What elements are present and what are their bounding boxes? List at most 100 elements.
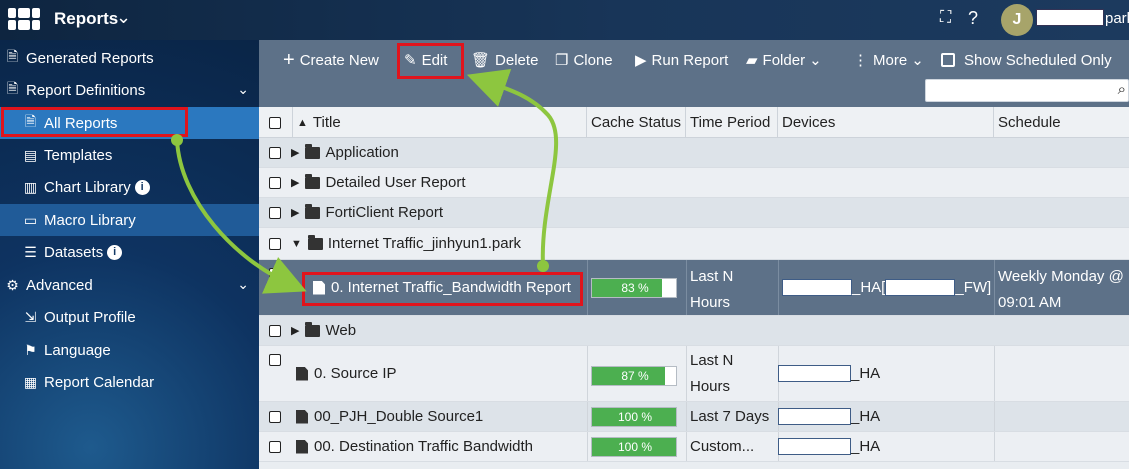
sidebar-group-generated-reports[interactable]: 🗎 Generated Reports bbox=[0, 42, 259, 74]
sidebar-item-label: Output Profile bbox=[44, 308, 136, 326]
highlight-edit-button bbox=[397, 43, 464, 79]
clone-label: Clone bbox=[573, 51, 613, 69]
clone-button[interactable]: ❐ Clone bbox=[555, 49, 613, 71]
col-header-time-period[interactable]: Time Period bbox=[686, 107, 778, 138]
export-icon: ⇲ bbox=[24, 308, 37, 325]
device-redacted bbox=[885, 279, 956, 296]
document-icon bbox=[296, 409, 308, 424]
chevron-down-icon[interactable]: ⌄ bbox=[237, 81, 249, 98]
table-row[interactable]: ▶ Web bbox=[259, 316, 1129, 346]
monitor-icon: ▭ bbox=[23, 211, 38, 228]
flag-icon: ⚑ bbox=[24, 341, 37, 358]
sidebar-group-advanced[interactable]: ⚙ Advanced ⌄ bbox=[0, 269, 259, 301]
sidebar-item-report-calendar[interactable]: ▦ Report Calendar bbox=[0, 366, 259, 398]
top-bar: Reports ⌄ ⛶ ? J park bbox=[0, 0, 1129, 40]
folder-icon bbox=[305, 143, 321, 159]
cell-divider bbox=[686, 346, 687, 401]
info-icon[interactable]: i bbox=[107, 244, 123, 260]
chevron-down-icon[interactable]: ⌄ bbox=[237, 276, 249, 293]
sidebar-item-macro-library[interactable]: ▭ Macro Library bbox=[0, 204, 259, 236]
time-period-line: Last N bbox=[690, 268, 734, 285]
sidebar-group-report-definitions[interactable]: 🗎 Report Definitions ⌄ bbox=[0, 74, 259, 106]
chevron-down-icon[interactable]: ⌄ bbox=[116, 7, 131, 28]
expand-icon[interactable]: ▶ bbox=[291, 206, 299, 219]
device-label: _HA bbox=[851, 408, 881, 425]
expand-icon[interactable]: ▶ bbox=[291, 146, 299, 159]
folder-button[interactable]: ▰ Folder ⌄ bbox=[746, 49, 822, 71]
search-input[interactable]: ⌕ bbox=[925, 79, 1129, 102]
title-cell: ▶ Detailed User Report bbox=[291, 168, 466, 197]
title-cell: ▼ Internet Traffic_jinhyun1.park bbox=[291, 228, 521, 259]
sidebar-item-output-profile[interactable]: ⇲ Output Profile bbox=[0, 301, 259, 333]
row-checkbox[interactable] bbox=[269, 441, 281, 453]
time-period-cell: Last N Hours bbox=[690, 346, 733, 401]
table-row[interactable]: ▶ Detailed User Report bbox=[259, 168, 1129, 198]
row-checkbox[interactable] bbox=[269, 207, 281, 219]
checkbox[interactable] bbox=[941, 53, 955, 67]
table-row[interactable]: ▶ Application bbox=[259, 138, 1129, 168]
gear-icon: ⚙ bbox=[6, 276, 19, 293]
avatar[interactable]: J bbox=[1001, 4, 1033, 36]
cache-progress-bar: 100 % bbox=[591, 437, 677, 457]
table-row[interactable]: ▼ Internet Traffic_jinhyun1.park bbox=[259, 228, 1129, 260]
username-redacted bbox=[1036, 9, 1104, 26]
sidebar-item-datasets[interactable]: ☰ Datasets i bbox=[0, 236, 259, 268]
app-title[interactable]: Reports bbox=[54, 9, 118, 29]
table-row[interactable]: 00. Destination Traffic Bandwidth 100 % … bbox=[259, 432, 1129, 462]
title-cell: ▶ Web bbox=[291, 316, 356, 345]
schedule-line: 09:01 AM bbox=[998, 294, 1062, 311]
table-row[interactable]: 00_PJH_Double Source1 100 % Last 7 Days … bbox=[259, 402, 1129, 432]
create-new-button[interactable]: + Create New bbox=[283, 49, 379, 71]
fullscreen-icon[interactable]: ⛶ bbox=[940, 9, 951, 27]
sidebar-group-label: Report Definitions bbox=[26, 81, 146, 99]
search-icon: ⌕ bbox=[1117, 81, 1126, 98]
device-label: _HA bbox=[851, 365, 881, 382]
select-all-checkbox[interactable] bbox=[269, 117, 281, 129]
row-checkbox[interactable] bbox=[269, 354, 281, 366]
sidebar-item-chart-library[interactable]: ▥ Chart Library i bbox=[0, 171, 259, 203]
chevron-down-icon: ⌄ bbox=[911, 52, 924, 69]
expand-icon[interactable]: ▶ bbox=[291, 176, 299, 189]
run-report-button[interactable]: ▶ Run Report bbox=[635, 49, 728, 71]
bar-chart-icon: ▥ bbox=[23, 178, 38, 195]
device-redacted bbox=[778, 438, 851, 455]
table-row[interactable]: ▶ FortiClient Report bbox=[259, 198, 1129, 228]
row-checkbox[interactable] bbox=[269, 268, 281, 280]
sidebar-group-label: Generated Reports bbox=[26, 49, 154, 67]
sidebar-item-language[interactable]: ⚑ Language bbox=[0, 334, 259, 366]
row-title: 0. Source IP bbox=[314, 365, 397, 382]
col-header-devices[interactable]: Devices bbox=[778, 107, 994, 138]
col-header-title[interactable]: ▲ Title bbox=[293, 107, 587, 138]
title-cell: ▶ Application bbox=[291, 138, 399, 167]
chevron-down-icon: ⌄ bbox=[809, 52, 822, 69]
folder-icon bbox=[307, 234, 323, 250]
col-header-cache-status[interactable]: Cache Status bbox=[587, 107, 686, 138]
folder-icon: ▰ bbox=[746, 52, 758, 69]
row-checkbox[interactable] bbox=[269, 411, 281, 423]
show-scheduled-only-toggle[interactable]: Show Scheduled Only bbox=[941, 49, 1112, 71]
row-checkbox[interactable] bbox=[269, 177, 281, 189]
cell-divider bbox=[994, 402, 995, 431]
expand-icon[interactable]: ▶ bbox=[291, 324, 299, 337]
more-button[interactable]: ⋮ More ⌄ bbox=[853, 49, 924, 71]
document-icon bbox=[296, 366, 308, 381]
table-row[interactable]: 0. Source IP 87 % Last N Hours _HA bbox=[259, 346, 1129, 402]
col-time-label: Time Period bbox=[690, 114, 771, 131]
row-checkbox[interactable] bbox=[269, 325, 281, 337]
more-icon: ⋮ bbox=[853, 52, 868, 69]
collapse-icon[interactable]: ▼ bbox=[291, 238, 302, 250]
cell-divider bbox=[778, 260, 779, 315]
device-redacted bbox=[782, 279, 852, 296]
devices-cell: _HA bbox=[778, 346, 880, 401]
highlight-selected-report bbox=[302, 272, 583, 306]
info-icon[interactable]: i bbox=[134, 179, 150, 195]
sidebar-item-templates[interactable]: ▤ Templates bbox=[0, 139, 259, 171]
delete-button[interactable]: 🗑 Delete bbox=[471, 49, 538, 71]
col-header-schedule[interactable]: Schedule bbox=[994, 107, 1129, 138]
row-checkbox[interactable] bbox=[269, 238, 281, 250]
username-suffix[interactable]: park bbox=[1105, 10, 1129, 27]
title-cell: 00. Destination Traffic Bandwidth bbox=[296, 432, 533, 461]
help-icon[interactable]: ? bbox=[968, 8, 978, 29]
row-checkbox[interactable] bbox=[269, 147, 281, 159]
sidebar-item-label: Chart Library bbox=[44, 178, 131, 196]
